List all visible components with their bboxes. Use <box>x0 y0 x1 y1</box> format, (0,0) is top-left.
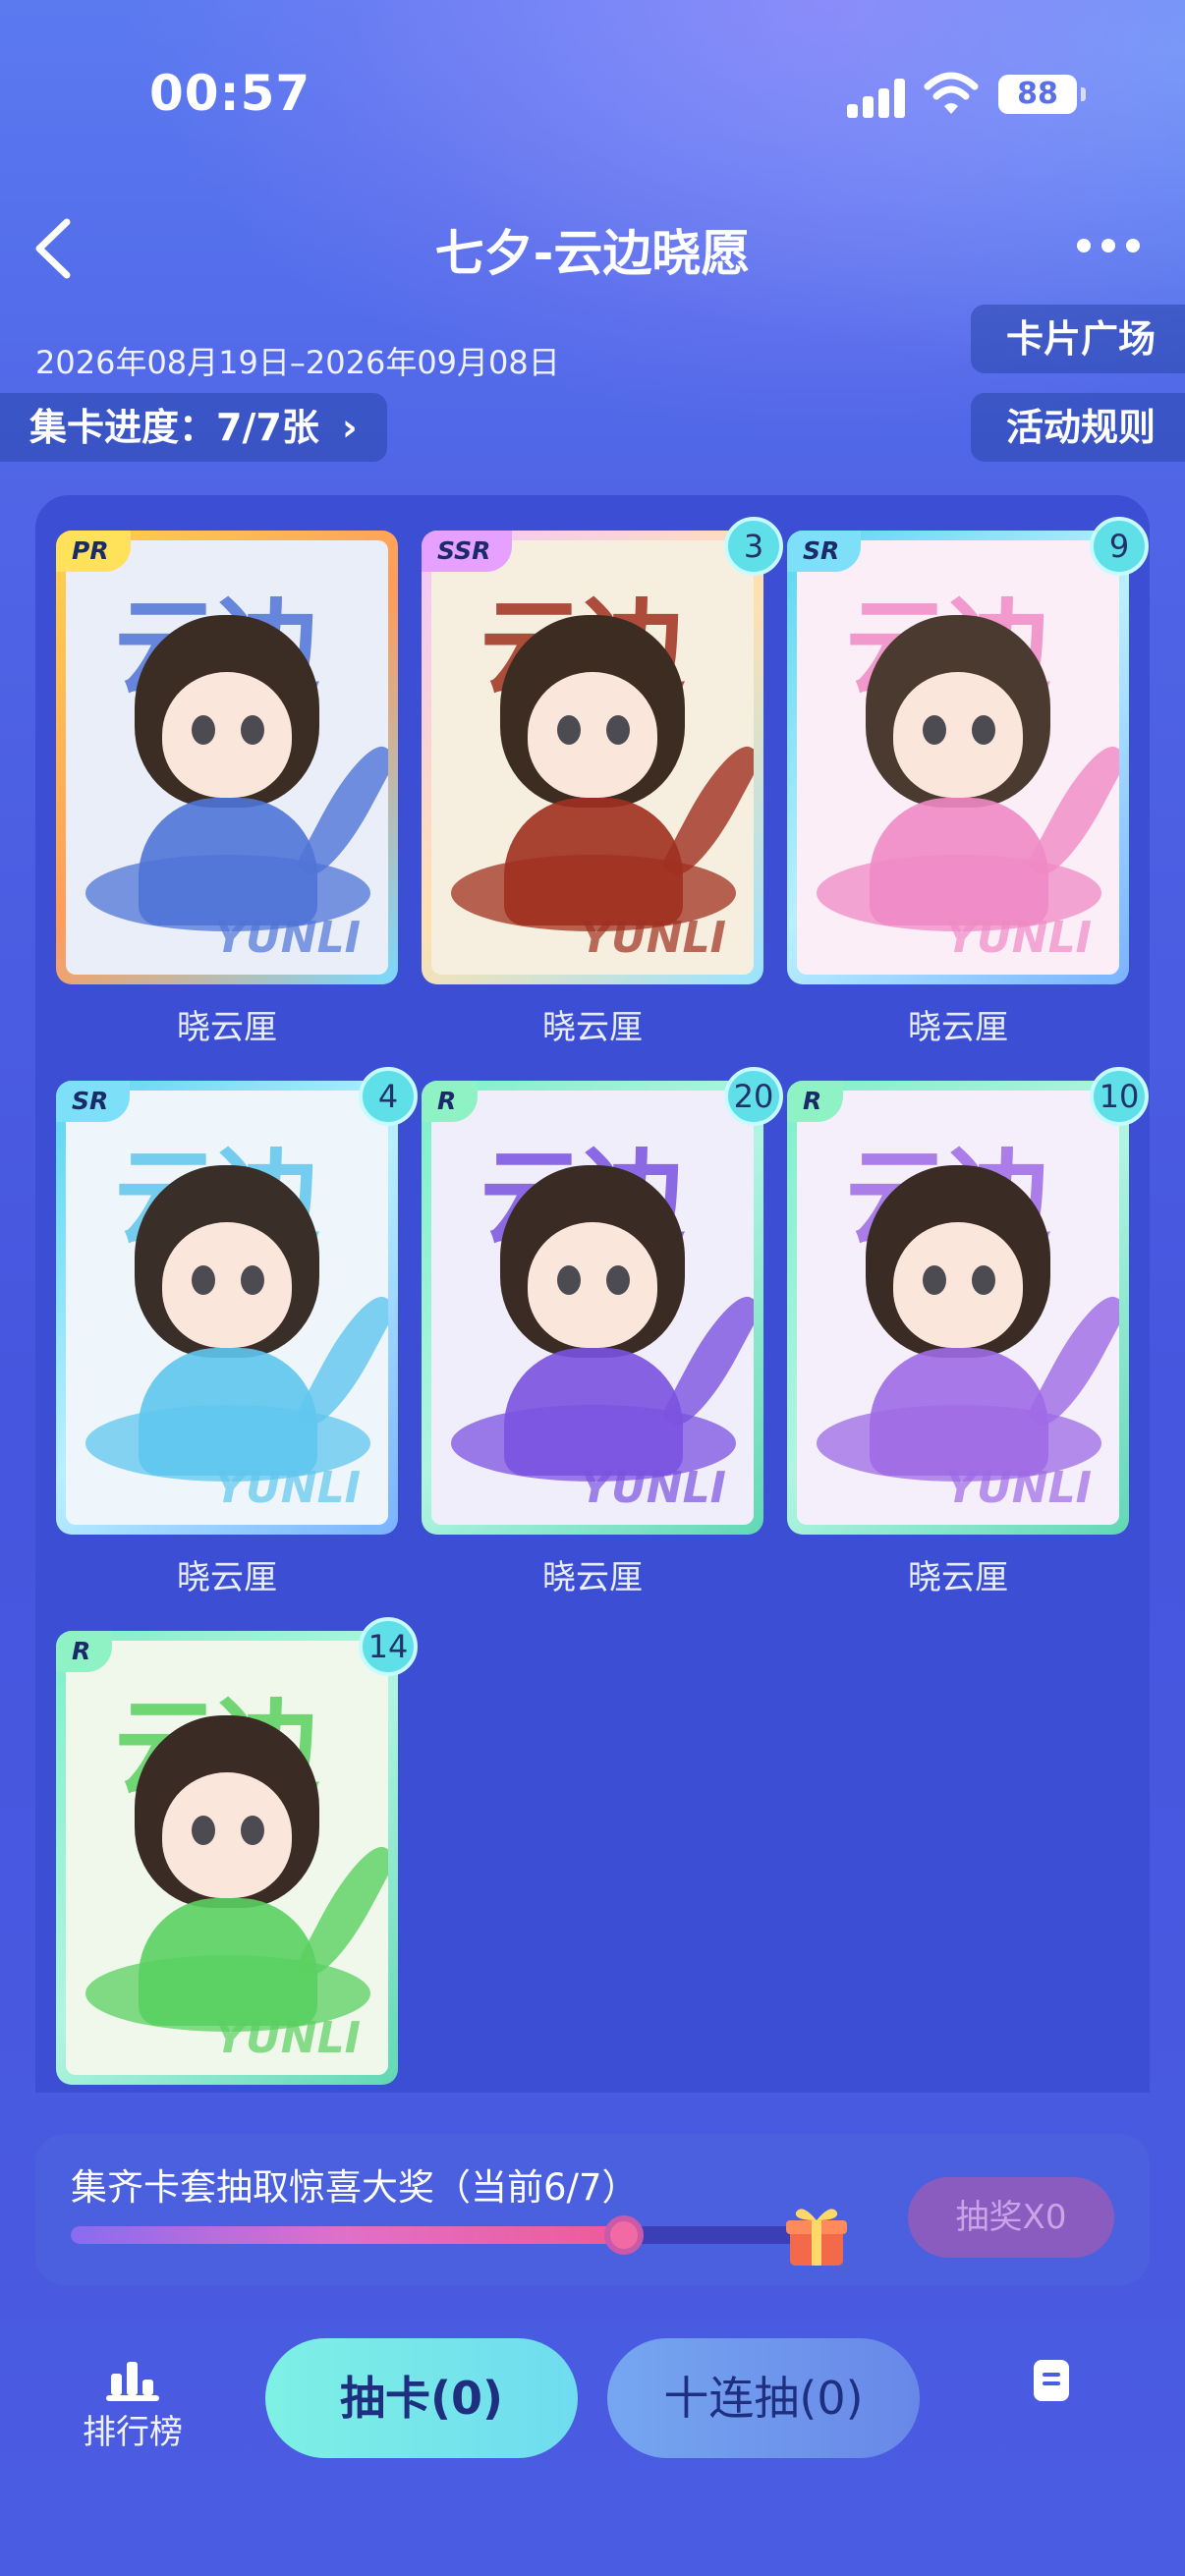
prize-progress-text: 集齐卡套抽取惊喜大奖（当前6/7） <box>71 2166 639 2209</box>
card-signature: YUNLI <box>580 1463 726 1513</box>
card-count-badge: 10 <box>1090 1067 1149 1126</box>
more-options-icon[interactable] <box>1077 234 1140 259</box>
character-body <box>504 798 683 925</box>
collection-card[interactable]: 云边 YUNLI R <box>787 1081 1129 1535</box>
status-time: 00:57 <box>149 65 311 122</box>
record-icon[interactable] <box>1034 2360 1069 2401</box>
character-eye <box>972 715 995 745</box>
battery-indicator: 88 <box>998 75 1086 114</box>
character-eye <box>192 1265 215 1295</box>
collection-progress-button[interactable]: 集卡进度：7/7张 › <box>0 393 387 462</box>
card-plaza-button[interactable]: 卡片广场 <box>970 305 1185 373</box>
collection-progress-label: 集卡进度：7/7张 <box>29 406 319 449</box>
card-name: 晓云厘 <box>908 1008 1008 1047</box>
card-artwork: 云边 YUNLI <box>431 1091 754 1525</box>
card-name: 晓云厘 <box>177 1558 277 1597</box>
lottery-draw-button[interactable]: 抽奖X0 <box>908 2177 1114 2258</box>
character-body <box>139 798 317 925</box>
character-body <box>870 798 1048 925</box>
event-rules-label: 活动规则 <box>1005 406 1156 449</box>
character-eye <box>192 715 215 745</box>
collection-card[interactable]: 云边 YUNLI SSR <box>422 531 763 984</box>
character-eye <box>606 715 630 745</box>
character-eye <box>241 1816 264 1845</box>
card-name: 晓云厘 <box>177 1008 277 1047</box>
character-eye <box>972 1265 995 1295</box>
card-plaza-label: 卡片广场 <box>1005 317 1156 361</box>
character-face <box>893 1222 1023 1348</box>
collection-card[interactable]: 云边 YUNLI SR <box>787 531 1129 984</box>
event-rules-button[interactable]: 活动规则 <box>970 393 1185 462</box>
card-artwork: 云边 YUNLI <box>431 540 754 975</box>
card-signature: YUNLI <box>945 1463 1092 1513</box>
card-count-badge: 14 <box>359 1617 418 1676</box>
leaderboard-label[interactable]: 排行榜 <box>69 2405 197 2453</box>
draw-one-button[interactable]: 抽卡(0) <box>265 2338 578 2458</box>
card-artwork: 云边 YUNLI <box>797 540 1119 975</box>
card-signature: YUNLI <box>945 913 1092 963</box>
character-face <box>893 672 1023 798</box>
page-title: 七夕-云边晓愿 <box>434 225 751 282</box>
card-artwork: 云边 YUNLI <box>797 1091 1119 1525</box>
character-face <box>528 672 657 798</box>
prize-progress-fill <box>71 2226 622 2244</box>
rarity-badge: PR <box>56 531 131 572</box>
chevron-right-icon: › <box>342 406 358 449</box>
event-date-range: 2026年08月19日–2026年09月08日 <box>35 344 560 381</box>
card-artwork: 云边 YUNLI <box>66 1641 388 2075</box>
card-name: 晓云厘 <box>542 1558 643 1597</box>
card-count-badge: 4 <box>359 1067 418 1126</box>
character-eye <box>241 1265 264 1295</box>
rarity-badge: SSR <box>422 531 513 572</box>
card-signature: YUNLI <box>214 913 361 963</box>
card-count-badge: 3 <box>724 517 783 576</box>
character-eye <box>241 715 264 745</box>
collection-card[interactable]: 云边 YUNLI R <box>56 1631 398 2085</box>
character-eye <box>606 1265 630 1295</box>
character-eye <box>192 1816 215 1845</box>
leaderboard-icon[interactable] <box>79 2358 187 2401</box>
card-count-badge: 9 <box>1090 517 1149 576</box>
card-artwork: 云边 YUNLI <box>66 540 388 975</box>
prize-progress-knob <box>604 2215 644 2255</box>
card-count-badge: 20 <box>724 1067 783 1126</box>
card-signature: YUNLI <box>214 2013 361 2063</box>
character-body <box>870 1348 1048 1476</box>
collection-card[interactable]: 云边 YUNLI R <box>422 1081 763 1535</box>
character-eye <box>923 715 946 745</box>
character-eye <box>557 1265 581 1295</box>
card-artwork: 云边 YUNLI <box>66 1091 388 1525</box>
gift-icon <box>786 2209 847 2266</box>
card-name: 晓云厘 <box>908 1558 1008 1597</box>
character-face <box>162 672 292 798</box>
character-face <box>162 1222 292 1348</box>
character-face <box>162 1772 292 1898</box>
character-body <box>139 1348 317 1476</box>
character-face <box>528 1222 657 1348</box>
draw-ten-button[interactable]: 十连抽(0) <box>607 2338 920 2458</box>
rarity-badge: SR <box>787 531 862 572</box>
card-signature: YUNLI <box>214 1463 361 1513</box>
character-eye <box>923 1265 946 1295</box>
character-eye <box>557 715 581 745</box>
card-name: 晓云厘 <box>542 1008 643 1047</box>
card-signature: YUNLI <box>580 913 726 963</box>
rarity-badge: SR <box>56 1081 131 1122</box>
collection-card[interactable]: 云边 YUNLI SR <box>56 1081 398 1535</box>
collection-card[interactable]: 云边 YUNLI PR <box>56 531 398 984</box>
character-body <box>139 1898 317 2026</box>
character-body <box>504 1348 683 1476</box>
wifi-icon <box>924 72 979 114</box>
cellular-signal-icon <box>847 77 908 118</box>
